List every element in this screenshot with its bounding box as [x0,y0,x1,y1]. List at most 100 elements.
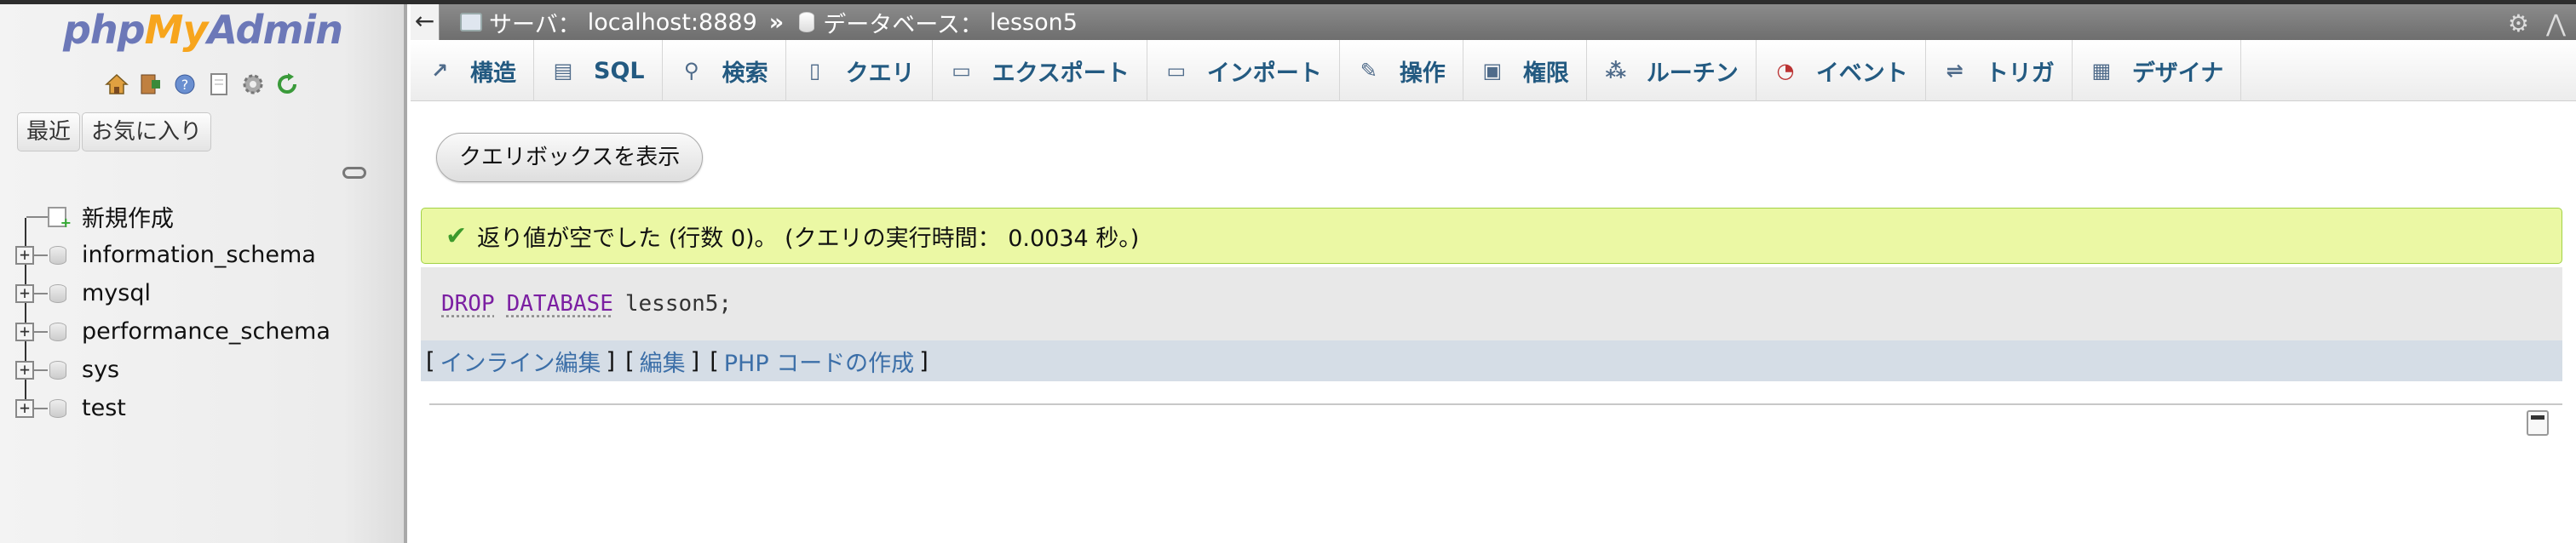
expand-icon[interactable]: + [15,283,34,303]
tab-sql[interactable]: ▤ SQL [534,40,663,101]
settings-gear-icon[interactable]: ⚙ [2508,9,2529,37]
tree-item-information-schema[interactable]: + information_schema [0,236,400,274]
top-right-tools: ⚙ ⋀ [2508,9,2566,37]
expand-icon[interactable]: + [15,398,34,418]
tree-item-sys[interactable]: + sys [0,351,400,389]
tree-branch [34,369,48,371]
bracket: ] [606,347,616,374]
sql-query-display: DROP DATABASE lesson5; [421,267,2562,340]
triggers-icon: ⇌ [1946,59,1964,83]
tab-structure[interactable]: ↗ 構造 [411,40,534,101]
database-tree: 新規作成 + information_schema + mysql + perf… [0,197,400,427]
collapse-nav-button[interactable]: ← [411,4,440,40]
tab-label: デザイナ [2131,60,2224,87]
breadcrumb-database-label: データベース： [823,11,983,38]
operations-icon: ✎ [1360,59,1377,83]
expand-icon[interactable]: + [15,360,34,380]
tree-branch [34,330,48,333]
tab-import[interactable]: ▭ インポート [1147,40,1340,101]
bracket: [ [625,347,635,374]
show-query-box-button[interactable]: クエリボックスを表示 [436,133,704,182]
tab-label: トリガ [1985,60,2055,87]
tree-item-label[interactable]: sys [82,357,119,383]
database-icon [799,12,815,32]
tree-item-new[interactable]: 新規作成 [0,197,400,236]
tree-item-performance-schema[interactable]: + performance_schema [0,312,400,351]
query-icon: ▯ [809,59,821,83]
export-icon: ▭ [952,59,971,83]
collapse-all-icon[interactable]: ⋀ [2546,9,2566,37]
tab-export[interactable]: ▭ エクスポート [933,40,1147,101]
tree-item-label[interactable]: 新規作成 [82,200,174,233]
search-icon: ⚲ [683,59,699,83]
database-icon [49,322,66,341]
nav-icon-bar: ? [102,70,302,99]
window-top-strip [0,0,2576,4]
privileges-icon: ▣ [1482,59,1503,83]
console-toggle-icon[interactable] [2527,410,2549,436]
success-text: 返り値が空でした (行数 0)。 (クエリの実行時間： 0.0034 秒。) [477,225,1140,252]
tab-label: 権限 [1522,60,1569,87]
help-icon[interactable]: ? [170,70,199,99]
tab-routines[interactable]: ⁂ ルーチン [1587,40,1757,101]
create-php-code-link[interactable]: PHP コードの作成 [724,345,914,378]
database-icon [49,398,66,418]
tab-query[interactable]: ▯ クエリ [786,40,933,101]
tree-branch [34,254,48,256]
tab-label: SQL [594,57,645,84]
breadcrumb-database[interactable]: lesson5 [990,9,1078,36]
tree-item-label[interactable]: performance_schema [82,318,331,345]
success-message: ✔ 返り値が空でした (行数 0)。 (クエリの実行時間： 0.0034 秒。) [421,208,2562,264]
tree-item-label[interactable]: mysql [82,280,151,306]
svg-text:?: ? [181,77,189,93]
main-panel: ← サーバ： localhost:8889 » データベース： lesson5 … [411,0,2576,543]
tree-item-label[interactable]: information_schema [82,242,316,268]
home-icon[interactable] [102,70,131,99]
breadcrumb-server-label: サーバ： [489,11,581,38]
tab-events[interactable]: ◔ イベント [1757,40,1926,101]
edit-link[interactable]: 編集 [640,345,686,378]
breadcrumb-server[interactable]: localhost:8889 [588,9,757,36]
database-icon [49,360,66,380]
sql-keyword-drop[interactable]: DROP [441,291,495,317]
events-icon: ◔ [1776,59,1795,83]
import-icon: ▭ [1166,59,1187,83]
bracket: ] [690,347,700,374]
recent-tab[interactable]: 最近 [17,112,81,151]
sql-text: lesson5; [624,291,733,317]
tree-item-mysql[interactable]: + mysql [0,274,400,312]
exit-icon[interactable] [136,70,165,99]
database-icon [49,245,66,265]
inline-edit-link[interactable]: インライン編集 [440,345,601,378]
sql-icon: ▤ [553,59,573,83]
tab-label: 操作 [1399,60,1446,87]
tree-item-test[interactable]: + test [0,389,400,427]
expand-icon[interactable]: + [15,322,34,341]
favorites-tab[interactable]: お気に入り [82,112,212,151]
tab-label: ルーチン [1646,60,1739,87]
routines-icon: ⁂ [1605,59,1627,83]
tab-privileges[interactable]: ▣ 権限 [1463,40,1587,101]
structure-icon: ↗ [430,59,449,83]
bracket: [ [426,347,435,374]
phpmyadmin-logo[interactable]: phpMyAdmin [63,7,343,53]
tab-label: 検索 [722,60,768,87]
tab-label: エクスポート [992,60,1130,87]
docs-icon[interactable] [204,70,233,99]
gear-icon[interactable] [239,70,267,99]
database-icon [49,283,66,303]
tree-branch [34,292,48,294]
expand-icon[interactable]: + [15,245,34,265]
tab-label: インポート [1206,60,1322,87]
designer-icon: ▦ [2091,59,2112,83]
bracket: ] [919,347,929,374]
tab-search[interactable]: ⚲ 検索 [663,40,786,101]
tab-triggers[interactable]: ⇌ トリガ [1926,40,2073,101]
reload-icon[interactable] [273,70,302,99]
tree-item-label[interactable]: test [82,395,126,421]
link-icon[interactable] [342,167,366,179]
tab-operations[interactable]: ✎ 操作 [1340,40,1463,101]
sql-keyword-database[interactable]: DATABASE [507,291,613,317]
divider [429,403,2562,405]
tab-designer[interactable]: ▦ デザイナ [2073,40,2242,101]
